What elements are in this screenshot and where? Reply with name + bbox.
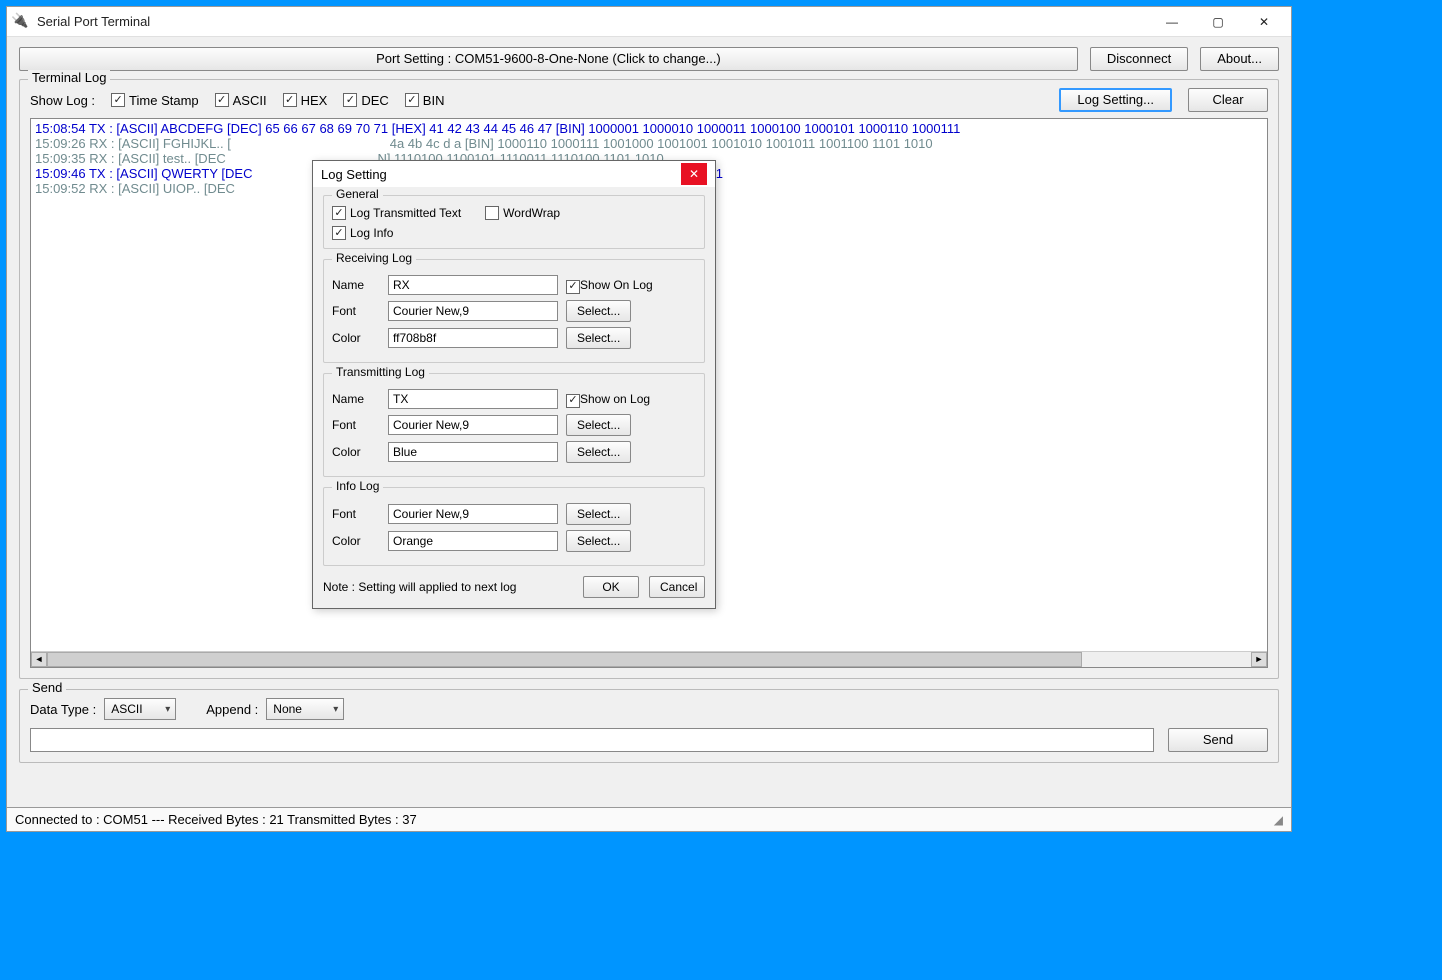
rx-color-input[interactable] bbox=[388, 328, 558, 348]
append-label: Append : bbox=[206, 702, 258, 717]
terminal-log-title: Terminal Log bbox=[28, 70, 110, 85]
resize-grip-icon[interactable]: ◢ bbox=[1274, 813, 1283, 827]
rx-name-label: Name bbox=[332, 278, 380, 292]
status-text: Connected to : COM51 --- Received Bytes … bbox=[15, 812, 417, 827]
dec-checkbox[interactable]: DEC bbox=[343, 93, 388, 108]
transmitting-log-title: Transmitting Log bbox=[332, 365, 429, 379]
bin-checkbox[interactable]: BIN bbox=[405, 93, 445, 108]
send-title: Send bbox=[28, 680, 66, 695]
log-info-checkbox[interactable]: Log Info bbox=[332, 226, 393, 240]
datatype-label: Data Type : bbox=[30, 702, 96, 717]
receiving-log-group: Receiving Log Name Show On Log Font Sele… bbox=[323, 259, 705, 363]
info-font-label: Font bbox=[332, 507, 380, 521]
info-log-group: Info Log Font Select... Color Select... bbox=[323, 487, 705, 566]
rx-font-input[interactable] bbox=[388, 301, 558, 321]
send-button[interactable]: Send bbox=[1168, 728, 1268, 752]
log-line: 15:08:54 TX : [ASCII] ABCDEFG [DEC] 65 6… bbox=[35, 121, 1263, 136]
disconnect-button[interactable]: Disconnect bbox=[1090, 47, 1188, 71]
port-setting-bar[interactable]: Port Setting : COM51-9600-8-One-None (Cl… bbox=[19, 47, 1078, 71]
send-group: Send Data Type : ASCII Append : None Sen… bbox=[19, 689, 1279, 763]
app-icon: 🔌 bbox=[11, 12, 31, 32]
rx-color-label: Color bbox=[332, 331, 380, 345]
checkbox-icon bbox=[283, 93, 297, 107]
maximize-button[interactable]: ▢ bbox=[1195, 7, 1241, 37]
checkbox-icon bbox=[566, 394, 580, 408]
checkbox-icon bbox=[332, 226, 346, 240]
info-font-select-button[interactable]: Select... bbox=[566, 503, 631, 525]
rx-color-select-button[interactable]: Select... bbox=[566, 327, 631, 349]
info-color-label: Color bbox=[332, 534, 380, 548]
timestamp-checkbox[interactable]: Time Stamp bbox=[111, 93, 199, 108]
status-bar: Connected to : COM51 --- Received Bytes … bbox=[7, 807, 1291, 831]
tx-font-input[interactable] bbox=[388, 415, 558, 435]
info-color-input[interactable] bbox=[388, 531, 558, 551]
minimize-button[interactable]: — bbox=[1149, 7, 1195, 37]
scroll-left-icon[interactable]: ◄ bbox=[31, 652, 47, 667]
tx-font-select-button[interactable]: Select... bbox=[566, 414, 631, 436]
checkbox-icon bbox=[405, 93, 419, 107]
show-log-label: Show Log : bbox=[30, 93, 95, 108]
tx-name-input[interactable] bbox=[388, 389, 558, 409]
tx-name-label: Name bbox=[332, 392, 380, 406]
ok-button[interactable]: OK bbox=[583, 576, 639, 598]
dialog-titlebar[interactable]: Log Setting ✕ bbox=[313, 161, 715, 187]
dialog-note: Note : Setting will applied to next log bbox=[323, 580, 573, 594]
log-transmitted-checkbox[interactable]: Log Transmitted Text bbox=[332, 206, 461, 220]
horizontal-scrollbar[interactable]: ◄ ► bbox=[31, 651, 1267, 667]
wordwrap-checkbox[interactable]: WordWrap bbox=[485, 206, 560, 220]
tx-font-label: Font bbox=[332, 418, 380, 432]
transmitting-log-group: Transmitting Log Name Show on Log Font S… bbox=[323, 373, 705, 477]
close-button[interactable]: ✕ bbox=[1241, 7, 1287, 37]
rx-name-input[interactable] bbox=[388, 275, 558, 295]
clear-button[interactable]: Clear bbox=[1188, 88, 1268, 112]
log-setting-dialog: Log Setting ✕ General Log Transmitted Te… bbox=[312, 160, 716, 609]
info-log-title: Info Log bbox=[332, 479, 383, 493]
append-select[interactable]: None bbox=[266, 698, 344, 720]
general-title: General bbox=[332, 187, 383, 201]
log-line: 15:09:26 RX : [ASCII] FGHIJKL.. [ 4a 4b … bbox=[35, 136, 1263, 151]
checkbox-icon bbox=[566, 280, 580, 294]
general-group: General Log Transmitted Text WordWrap Lo… bbox=[323, 195, 705, 249]
dialog-close-button[interactable]: ✕ bbox=[681, 163, 707, 185]
window-title: Serial Port Terminal bbox=[37, 14, 1149, 29]
datatype-select[interactable]: ASCII bbox=[104, 698, 176, 720]
about-button[interactable]: About... bbox=[1200, 47, 1279, 71]
dialog-title: Log Setting bbox=[321, 167, 387, 182]
tx-color-input[interactable] bbox=[388, 442, 558, 462]
checkbox-icon bbox=[485, 206, 499, 220]
tx-show-on-log-checkbox[interactable]: Show on Log bbox=[566, 390, 650, 408]
info-color-select-button[interactable]: Select... bbox=[566, 530, 631, 552]
tx-color-select-button[interactable]: Select... bbox=[566, 441, 631, 463]
rx-font-label: Font bbox=[332, 304, 380, 318]
hex-checkbox[interactable]: HEX bbox=[283, 93, 328, 108]
info-font-input[interactable] bbox=[388, 504, 558, 524]
checkbox-icon bbox=[111, 93, 125, 107]
tx-color-label: Color bbox=[332, 445, 380, 459]
rx-font-select-button[interactable]: Select... bbox=[566, 300, 631, 322]
scroll-right-icon[interactable]: ► bbox=[1251, 652, 1267, 667]
titlebar[interactable]: 🔌 Serial Port Terminal — ▢ ✕ bbox=[7, 7, 1291, 37]
log-setting-button[interactable]: Log Setting... bbox=[1059, 88, 1172, 112]
send-input[interactable] bbox=[30, 728, 1154, 752]
checkbox-icon bbox=[215, 93, 229, 107]
ascii-checkbox[interactable]: ASCII bbox=[215, 93, 267, 108]
checkbox-icon bbox=[343, 93, 357, 107]
scroll-thumb[interactable] bbox=[47, 652, 1082, 667]
receiving-log-title: Receiving Log bbox=[332, 251, 416, 265]
cancel-button[interactable]: Cancel bbox=[649, 576, 705, 598]
checkbox-icon bbox=[332, 206, 346, 220]
rx-show-on-log-checkbox[interactable]: Show On Log bbox=[566, 276, 653, 294]
